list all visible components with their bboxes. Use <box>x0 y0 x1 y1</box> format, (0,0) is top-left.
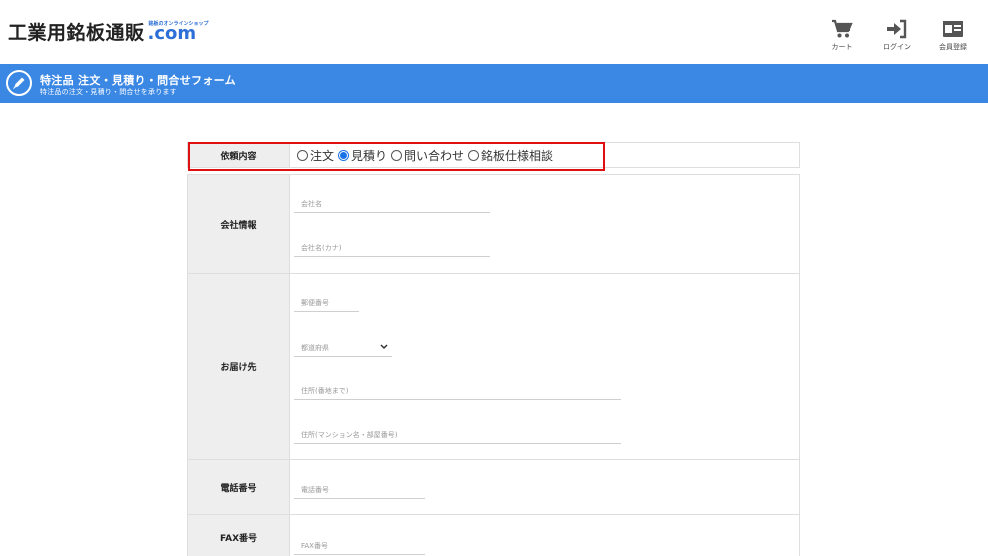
page-subtitle: 特注品の注文・見積り・問合せを承ります <box>40 88 177 96</box>
company-label: 会社情報 <box>188 175 290 273</box>
radio-spec-consult[interactable]: 銘板仕様相談 <box>468 147 553 164</box>
delivery-row: お届け先 郵便番号 都道府県 住所(番地まで) 住所(マンション名・部屋番号) <box>187 273 800 459</box>
address1-placeholder: 住所(番地まで) <box>301 386 349 395</box>
inquiry-form: 依頼内容 注文 見積り 問い合わせ 銘板仕様相談 会社情報 会社名 会社名(カナ… <box>187 142 800 556</box>
request-label: 依頼内容 <box>188 143 290 167</box>
fax-label: FAX番号 <box>188 515 290 556</box>
nav-login-label: ログイン <box>883 43 911 51</box>
delivery-label: お届け先 <box>188 274 290 459</box>
company-name-placeholder: 会社名 <box>301 199 322 208</box>
chevron-down-icon <box>380 344 388 352</box>
tel-input[interactable]: 電話番号 <box>294 481 425 499</box>
tel-field: 電話番号 <box>290 460 799 514</box>
tel-placeholder: 電話番号 <box>301 485 329 494</box>
nav-login[interactable]: ログイン <box>869 18 925 52</box>
page-banner: 特注品 注文・見積り・問合せフォーム 特注品の注文・見積り・問合せを承ります <box>0 64 988 103</box>
radio-inquiry-label: 問い合わせ <box>404 148 465 163</box>
login-icon <box>886 18 908 40</box>
request-field: 注文 見積り 問い合わせ 銘板仕様相談 <box>290 143 799 167</box>
nav-cart-label: カート <box>831 43 853 51</box>
tel-row: 電話番号 電話番号 <box>187 459 800 514</box>
company-row: 会社情報 会社名 会社名(カナ) <box>187 174 800 273</box>
fax-placeholder: FAX番号 <box>301 541 328 550</box>
address2-input[interactable]: 住所(マンション名・部屋番号) <box>294 426 621 444</box>
logo-main-text: 工業用銘板通販 <box>8 22 145 44</box>
logo-com: .com <box>147 23 197 44</box>
cart-icon <box>831 18 853 40</box>
nav-register[interactable]: 会員登録 <box>925 18 981 52</box>
member-card-icon <box>942 18 964 40</box>
request-radio-group: 注文 見積り 問い合わせ 銘板仕様相談 <box>290 143 799 167</box>
pen-icon <box>6 70 32 96</box>
radio-inquiry[interactable]: 問い合わせ <box>391 147 464 164</box>
address2-placeholder: 住所(マンション名・部屋番号) <box>301 430 398 439</box>
radio-spec-consult-circle[interactable] <box>468 149 480 161</box>
fax-input[interactable]: FAX番号 <box>294 537 425 555</box>
radio-order[interactable]: 注文 <box>297 147 334 164</box>
fax-field: FAX番号 <box>290 515 799 556</box>
delivery-field: 郵便番号 都道府県 住所(番地まで) 住所(マンション名・部屋番号) <box>290 274 799 459</box>
page-title: 特注品 注文・見積り・問合せフォーム <box>40 74 236 87</box>
nav-register-label: 会員登録 <box>939 43 967 51</box>
company-field: 会社名 会社名(カナ) <box>290 175 799 273</box>
logo-com-wrap: 銘板のオンラインショップ .com <box>147 20 217 44</box>
nav-cart[interactable]: カート <box>814 18 870 52</box>
radio-estimate-label: 見積り <box>351 148 388 163</box>
company-kana-input[interactable]: 会社名(カナ) <box>294 239 490 257</box>
prefecture-placeholder: 都道府県 <box>301 343 329 352</box>
address1-input[interactable]: 住所(番地まで) <box>294 382 621 400</box>
fax-row: FAX番号 FAX番号 <box>187 514 800 556</box>
radio-estimate[interactable]: 見積り <box>338 147 387 164</box>
radio-order-circle[interactable] <box>297 149 308 161</box>
radio-spec-consult-label: 銘板仕様相談 <box>481 148 554 163</box>
tel-label: 電話番号 <box>188 460 290 514</box>
prefecture-select[interactable]: 都道府県 <box>294 339 392 357</box>
site-header: 工業用銘板通販 銘板のオンラインショップ .com カート ログイン 会員登録 <box>0 0 988 64</box>
company-name-input[interactable]: 会社名 <box>294 195 490 213</box>
radio-inquiry-circle[interactable] <box>391 149 403 161</box>
radio-order-label: 注文 <box>310 148 335 163</box>
request-row: 依頼内容 注文 見積り 問い合わせ 銘板仕様相談 <box>187 142 800 168</box>
radio-estimate-circle[interactable] <box>338 149 350 161</box>
postal-code-placeholder: 郵便番号 <box>301 298 329 307</box>
postal-code-input[interactable]: 郵便番号 <box>294 294 359 312</box>
site-logo[interactable]: 工業用銘板通販 銘板のオンラインショップ .com <box>8 20 217 44</box>
company-kana-placeholder: 会社名(カナ) <box>301 243 342 252</box>
